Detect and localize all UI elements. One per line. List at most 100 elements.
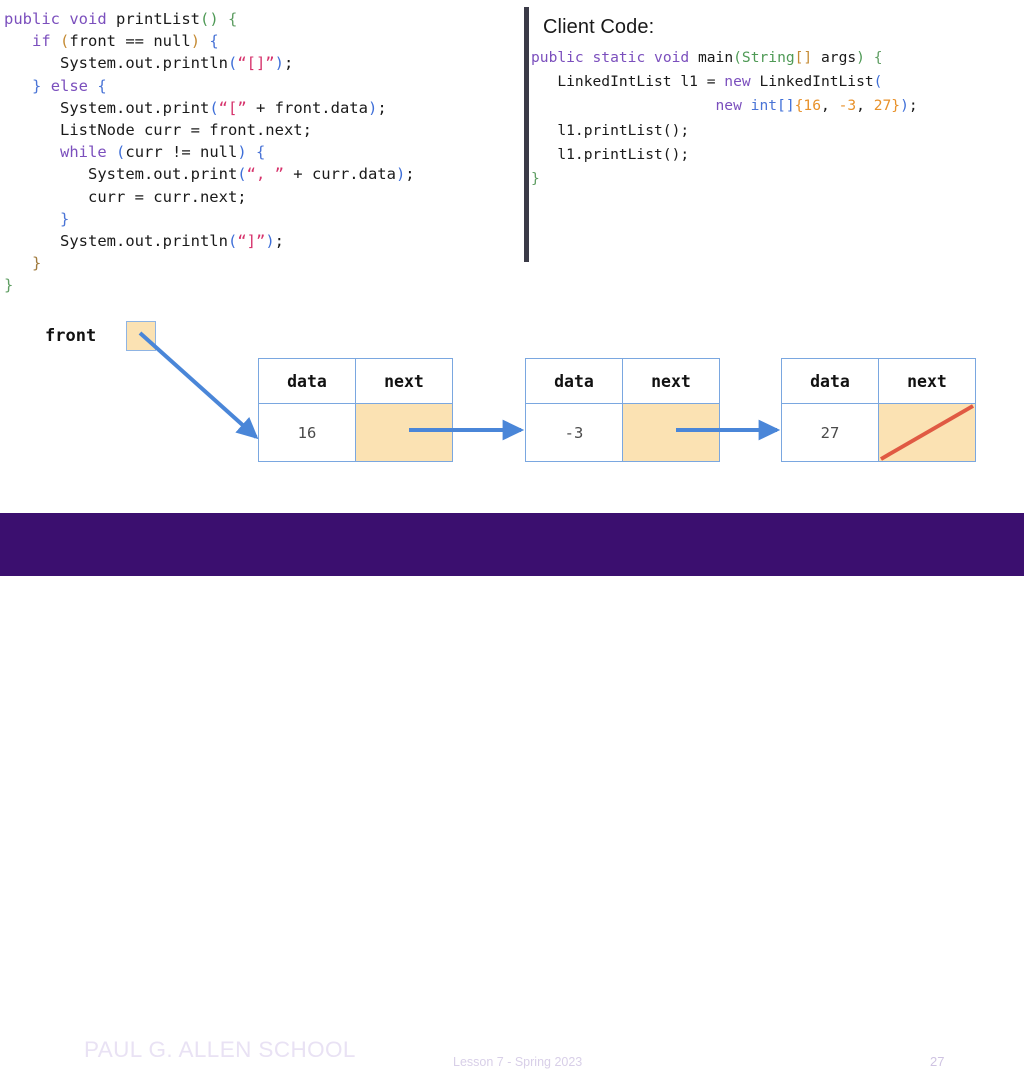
code-token: ) xyxy=(395,165,406,184)
code-token: { xyxy=(209,32,219,51)
footer-lesson-label: Lesson 7 - Spring 2023 xyxy=(453,1055,583,1069)
code-token: printList xyxy=(106,10,200,28)
code-token: public xyxy=(4,10,60,28)
code-token: “, ” xyxy=(246,165,284,184)
code-line: LinkedIntList l1 = new LinkedIntList( xyxy=(531,70,918,94)
code-token: ( xyxy=(733,49,742,66)
node-header-next: next xyxy=(907,371,947,391)
node-header-row: data next xyxy=(782,359,975,404)
code-token: if xyxy=(32,32,51,51)
code-token: curr = curr.next; xyxy=(4,187,247,206)
code-token: ; xyxy=(405,165,415,184)
code-line: System.out.print(“[” + front.data); xyxy=(4,97,415,119)
code-token: + curr.data xyxy=(283,165,396,184)
code-line: curr = curr.next; xyxy=(4,186,415,208)
client-code-divider xyxy=(524,7,529,262)
code-token: 16 xyxy=(803,97,821,115)
code-token: ) xyxy=(367,98,378,117)
front-variable-label: front xyxy=(45,326,97,346)
code-token: args xyxy=(812,49,857,66)
node-header-data: data xyxy=(526,359,623,403)
node-header-row: data next xyxy=(526,359,719,404)
slide-canvas: public void printList() { if (front == n… xyxy=(0,0,1024,1077)
code-token: l1.printList(); xyxy=(531,121,690,139)
code-token: { xyxy=(97,76,107,95)
code-token: main xyxy=(689,49,734,66)
code-line: System.out.println(“[]”); xyxy=(4,52,415,74)
node-header-data: data xyxy=(259,359,356,403)
code-token: l1.printList(); xyxy=(531,145,690,163)
code-token: System.out.println xyxy=(4,232,228,251)
code-token: LinkedIntList xyxy=(750,73,874,91)
uw-w-logo-icon xyxy=(25,1039,69,1075)
code-token: { xyxy=(228,10,238,28)
code-line: new int[]{16, -3, 27}); xyxy=(531,94,918,118)
code-line: ListNode curr = front.next; xyxy=(4,119,415,141)
node-next-cell xyxy=(623,404,719,461)
node-data-value: -3 xyxy=(526,404,623,461)
code-token: () xyxy=(200,10,219,28)
code-token: int xyxy=(750,97,778,115)
code-token: front == null xyxy=(69,32,191,51)
slide-footer: PAUL G. ALLEN SCHOOL OF COMPUTER SCIENCE… xyxy=(0,513,1024,1077)
code-token: } xyxy=(60,209,70,228)
code-token: ( xyxy=(237,165,247,184)
code-line: l1.printList(); xyxy=(531,143,918,167)
code-line: public static void main(String[] args) { xyxy=(531,46,918,70)
code-token: -3 xyxy=(838,97,857,115)
code-line: System.out.print(“, ” + curr.data); xyxy=(4,163,415,185)
code-token: ; xyxy=(377,98,387,117)
code-token: ; xyxy=(274,232,284,251)
node-next-cell xyxy=(356,404,452,461)
footer-page-number: 27 xyxy=(930,1054,945,1069)
code-token: } xyxy=(32,76,42,95)
code-token: “[” xyxy=(218,98,247,117)
code-token: } xyxy=(32,254,42,273)
school-name: PAUL G. ALLEN SCHOOL xyxy=(84,1037,356,1062)
null-slash-icon xyxy=(879,404,975,461)
code-token: System.out.print xyxy=(4,98,210,117)
code-line: l1.printList(); xyxy=(531,119,918,143)
code-token: public xyxy=(531,49,584,66)
code-token: ( xyxy=(60,32,70,51)
code-token: while xyxy=(60,143,107,162)
code-token: “]” xyxy=(237,232,266,251)
code-token: ( xyxy=(209,98,219,117)
code-token: ( xyxy=(227,232,238,251)
code-token: ) xyxy=(237,143,247,162)
arrow-front-to-node1 xyxy=(138,331,259,440)
code-token: new xyxy=(715,97,742,115)
code-token: } xyxy=(4,276,14,295)
node-header-next: next xyxy=(384,371,424,391)
code-token: { xyxy=(873,49,883,66)
code-line: if (front == null) { xyxy=(4,30,415,52)
code-token: } xyxy=(531,170,540,188)
code-line: } xyxy=(4,208,415,230)
code-token: else xyxy=(50,76,89,95)
code-line: System.out.println(“]”); xyxy=(4,230,415,252)
client-code-heading: Client Code: xyxy=(543,16,655,38)
code-line: } xyxy=(4,252,415,274)
node-header-row: data next xyxy=(259,359,452,404)
node-value-row: 16 xyxy=(259,404,452,461)
list-node: data next -3 xyxy=(525,358,720,462)
code-token: System.out.println xyxy=(4,54,228,73)
code-token: ; xyxy=(908,97,918,115)
code-token: ( xyxy=(873,73,883,91)
client-code: public static void main(String[] args) {… xyxy=(531,46,918,191)
node-next-cell-null xyxy=(879,404,975,461)
code-token: 27 xyxy=(873,97,892,115)
code-token: “[]” xyxy=(237,54,275,73)
